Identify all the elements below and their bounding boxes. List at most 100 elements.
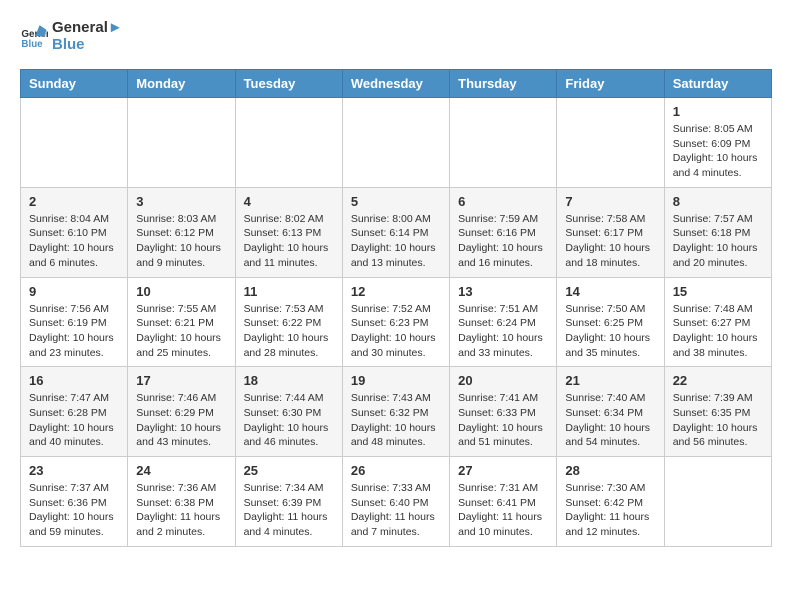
logo-line1: General► — [52, 20, 123, 37]
day-number: 28 — [565, 463, 655, 478]
day-info: Sunrise: 7:55 AM Sunset: 6:21 PM Dayligh… — [136, 302, 226, 361]
day-number: 27 — [458, 463, 548, 478]
day-number: 9 — [29, 284, 119, 299]
day-info: Sunrise: 7:58 AM Sunset: 6:17 PM Dayligh… — [565, 212, 655, 271]
calendar-cell: 11 Sunrise: 7:53 AM Sunset: 6:22 PM Dayli… — [235, 277, 342, 367]
day-info: Sunrise: 7:59 AM Sunset: 6:16 PM Dayligh… — [458, 212, 548, 271]
day-number: 8 — [673, 194, 763, 209]
calendar-cell — [557, 98, 664, 188]
day-header-sunday: Sunday — [21, 70, 128, 98]
calendar-cell — [21, 98, 128, 188]
day-info: Sunrise: 7:36 AM Sunset: 6:38 PM Dayligh… — [136, 481, 226, 540]
calendar-cell: 25 Sunrise: 7:34 AM Sunset: 6:39 PM Dayli… — [235, 457, 342, 547]
day-number: 5 — [351, 194, 441, 209]
day-number: 6 — [458, 194, 548, 209]
day-number: 17 — [136, 373, 226, 388]
calendar-cell: 28 Sunrise: 7:30 AM Sunset: 6:42 PM Dayli… — [557, 457, 664, 547]
calendar-cell: 6 Sunrise: 7:59 AM Sunset: 6:16 PM Daylig… — [450, 187, 557, 277]
day-info: Sunrise: 7:34 AM Sunset: 6:39 PM Dayligh… — [244, 481, 334, 540]
calendar-cell — [342, 98, 449, 188]
day-number: 24 — [136, 463, 226, 478]
day-header-tuesday: Tuesday — [235, 70, 342, 98]
day-number: 16 — [29, 373, 119, 388]
calendar-cell: 20 Sunrise: 7:41 AM Sunset: 6:33 PM Dayli… — [450, 367, 557, 457]
calendar-cell — [664, 457, 771, 547]
day-number: 26 — [351, 463, 441, 478]
day-info: Sunrise: 7:53 AM Sunset: 6:22 PM Dayligh… — [244, 302, 334, 361]
calendar-cell — [235, 98, 342, 188]
day-number: 23 — [29, 463, 119, 478]
day-number: 25 — [244, 463, 334, 478]
day-number: 15 — [673, 284, 763, 299]
logo-line2: Blue — [52, 37, 123, 54]
calendar-week-2: 2Sunrise: 8:04 AM Sunset: 6:10 PM Daylig… — [21, 187, 772, 277]
calendar-cell: 12 Sunrise: 7:52 AM Sunset: 6:23 PM Dayli… — [342, 277, 449, 367]
day-number: 18 — [244, 373, 334, 388]
day-info: Sunrise: 7:44 AM Sunset: 6:30 PM Dayligh… — [244, 391, 334, 450]
day-info: Sunrise: 7:41 AM Sunset: 6:33 PM Dayligh… — [458, 391, 548, 450]
day-number: 7 — [565, 194, 655, 209]
calendar-week-4: 16 Sunrise: 7:47 AM Sunset: 6:28 PM Dayli… — [21, 367, 772, 457]
calendar-cell: 15 Sunrise: 7:48 AM Sunset: 6:27 PM Dayli… — [664, 277, 771, 367]
day-info: Sunrise: 8:03 AM Sunset: 6:12 PM Dayligh… — [136, 212, 226, 271]
day-info: Sunrise: 8:02 AM Sunset: 6:13 PM Dayligh… — [244, 212, 334, 271]
calendar-cell: 14 Sunrise: 7:50 AM Sunset: 6:25 PM Dayli… — [557, 277, 664, 367]
day-info: Sunrise: 7:57 AM Sunset: 6:18 PM Dayligh… — [673, 212, 763, 271]
calendar-cell: 4 Sunrise: 8:02 AM Sunset: 6:13 PM Daylig… — [235, 187, 342, 277]
calendar-cell: 10 Sunrise: 7:55 AM Sunset: 6:21 PM Dayli… — [128, 277, 235, 367]
calendar-cell — [128, 98, 235, 188]
calendar-cell: 8 Sunrise: 7:57 AM Sunset: 6:18 PM Daylig… — [664, 187, 771, 277]
day-number: 19 — [351, 373, 441, 388]
day-header-thursday: Thursday — [450, 70, 557, 98]
day-info: Sunrise: 7:51 AM Sunset: 6:24 PM Dayligh… — [458, 302, 548, 361]
calendar-week-3: 9 Sunrise: 7:56 AM Sunset: 6:19 PM Daylig… — [21, 277, 772, 367]
day-number: 1 — [673, 104, 763, 119]
day-number: 4 — [244, 194, 334, 209]
day-info: Sunrise: 7:31 AM Sunset: 6:41 PM Dayligh… — [458, 481, 548, 540]
calendar-cell: 26 Sunrise: 7:33 AM Sunset: 6:40 PM Dayli… — [342, 457, 449, 547]
day-info: Sunrise: 7:56 AM Sunset: 6:19 PM Dayligh… — [29, 302, 119, 361]
day-info: Sunrise: 7:48 AM Sunset: 6:27 PM Dayligh… — [673, 302, 763, 361]
day-info: Sunrise: 8:00 AM Sunset: 6:14 PM Dayligh… — [351, 212, 441, 271]
day-info: Sunrise: 7:50 AM Sunset: 6:25 PM Dayligh… — [565, 302, 655, 361]
day-header-wednesday: Wednesday — [342, 70, 449, 98]
calendar-cell — [450, 98, 557, 188]
day-info: Sunrise: 7:30 AM Sunset: 6:42 PM Dayligh… — [565, 481, 655, 540]
calendar-cell: 27 Sunrise: 7:31 AM Sunset: 6:41 PM Dayli… — [450, 457, 557, 547]
day-info: Sunrise: 8:05 AM Sunset: 6:09 PM Dayligh… — [673, 122, 763, 181]
day-info: Sunrise: 7:43 AM Sunset: 6:32 PM Dayligh… — [351, 391, 441, 450]
calendar-cell: 9 Sunrise: 7:56 AM Sunset: 6:19 PM Daylig… — [21, 277, 128, 367]
calendar-cell: 1 Sunrise: 8:05 AM Sunset: 6:09 PM Daylig… — [664, 98, 771, 188]
day-info: Sunrise: 7:46 AM Sunset: 6:29 PM Dayligh… — [136, 391, 226, 450]
day-number: 14 — [565, 284, 655, 299]
day-number: 2 — [29, 194, 119, 209]
calendar-cell: 18 Sunrise: 7:44 AM Sunset: 6:30 PM Dayli… — [235, 367, 342, 457]
calendar-cell: 23Sunrise: 7:37 AM Sunset: 6:36 PM Dayli… — [21, 457, 128, 547]
day-number: 11 — [244, 284, 334, 299]
calendar-cell: 21 Sunrise: 7:40 AM Sunset: 6:34 PM Dayli… — [557, 367, 664, 457]
calendar-header-row: SundayMondayTuesdayWednesdayThursdayFrid… — [21, 70, 772, 98]
calendar-cell: 13 Sunrise: 7:51 AM Sunset: 6:24 PM Dayli… — [450, 277, 557, 367]
calendar-cell: 24 Sunrise: 7:36 AM Sunset: 6:38 PM Dayli… — [128, 457, 235, 547]
day-number: 12 — [351, 284, 441, 299]
calendar-table: SundayMondayTuesdayWednesdayThursdayFrid… — [20, 69, 772, 547]
day-number: 13 — [458, 284, 548, 299]
day-number: 10 — [136, 284, 226, 299]
day-info: Sunrise: 7:39 AM Sunset: 6:35 PM Dayligh… — [673, 391, 763, 450]
calendar-cell: 19 Sunrise: 7:43 AM Sunset: 6:32 PM Dayli… — [342, 367, 449, 457]
day-number: 21 — [565, 373, 655, 388]
calendar-cell: 7 Sunrise: 7:58 AM Sunset: 6:17 PM Daylig… — [557, 187, 664, 277]
day-info: Sunrise: 7:52 AM Sunset: 6:23 PM Dayligh… — [351, 302, 441, 361]
day-header-saturday: Saturday — [664, 70, 771, 98]
day-info: Sunrise: 7:33 AM Sunset: 6:40 PM Dayligh… — [351, 481, 441, 540]
logo-icon: General Blue — [20, 23, 48, 51]
calendar-cell: 16 Sunrise: 7:47 AM Sunset: 6:28 PM Dayli… — [21, 367, 128, 457]
calendar-cell: 17 Sunrise: 7:46 AM Sunset: 6:29 PM Dayli… — [128, 367, 235, 457]
day-header-monday: Monday — [128, 70, 235, 98]
logo: General Blue General► Blue — [20, 20, 123, 53]
day-info: Sunrise: 7:47 AM Sunset: 6:28 PM Dayligh… — [29, 391, 119, 450]
day-number: 20 — [458, 373, 548, 388]
calendar-cell: 22Sunrise: 7:39 AM Sunset: 6:35 PM Dayli… — [664, 367, 771, 457]
day-info: Sunrise: 7:40 AM Sunset: 6:34 PM Dayligh… — [565, 391, 655, 450]
day-header-friday: Friday — [557, 70, 664, 98]
